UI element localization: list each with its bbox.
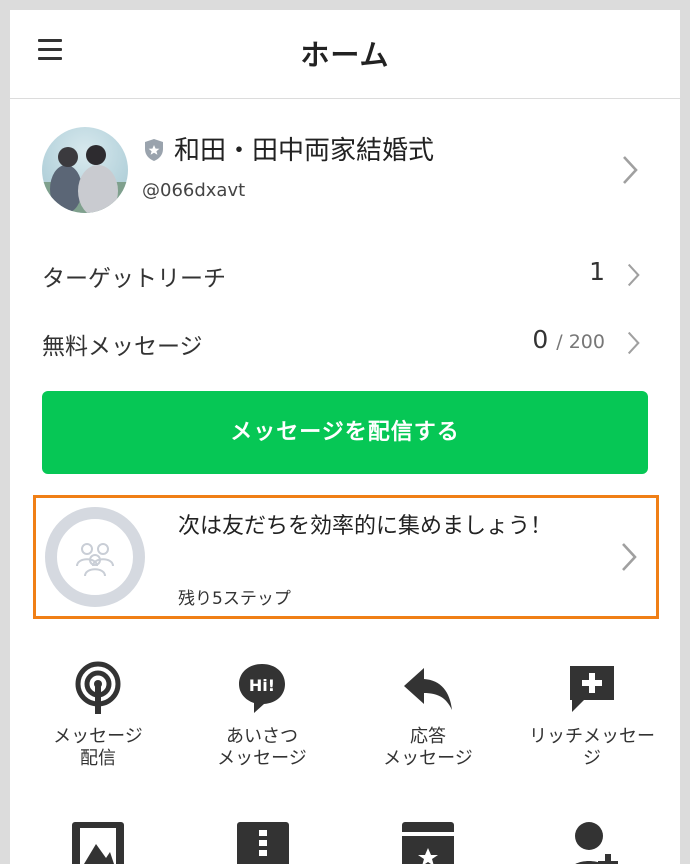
feature-label: あいさつ メッセージ	[217, 726, 307, 769]
account-avatar[interactable]	[42, 127, 128, 213]
onboarding-card[interactable]: 次は友だちを効率的に集めましょう！ 残り5ステップ	[33, 495, 659, 619]
feature-label: メッセージ 配信	[53, 726, 143, 769]
coupon-icon[interactable]	[400, 816, 456, 864]
app-screen: ホーム 和田・田中両家結婚式 @066dxavt ターゲットリーチ 1 無料メッ…	[10, 10, 680, 864]
broadcast-icon	[75, 661, 121, 714]
friends-group-icon	[76, 543, 114, 577]
account-id: @066dxavt	[142, 180, 246, 201]
verified-shield-icon	[145, 139, 163, 161]
page-title: ホーム	[300, 38, 390, 72]
target-reach-row[interactable]: ターゲットリーチ 1	[10, 245, 680, 305]
add-friend-icon[interactable]	[565, 816, 621, 864]
feature-greeting[interactable]: Hi! あいさつ メッセージ	[182, 660, 342, 770]
account-name: 和田・田中両家結婚式	[174, 136, 435, 166]
top-bar: ホーム	[10, 10, 680, 99]
rich-message-icon	[570, 666, 614, 712]
svg-text:Hi!: Hi!	[249, 676, 275, 695]
chevron-right-icon[interactable]	[627, 331, 640, 355]
greeting-hi-icon: Hi!	[239, 664, 285, 713]
free-messages-row[interactable]: 無料メッセージ 0 / 200	[10, 313, 680, 373]
account-summary[interactable]: 和田・田中両家結婚式 @066dxavt	[10, 110, 680, 230]
chevron-right-icon[interactable]	[622, 155, 638, 185]
feature-broadcast[interactable]: メッセージ 配信	[18, 660, 178, 770]
target-reach-label: ターゲットリーチ	[42, 266, 226, 292]
chevron-right-icon[interactable]	[621, 542, 637, 572]
feature-label: リッチメッセージ	[529, 726, 655, 769]
feature-label: 応答 メッセージ	[383, 726, 473, 769]
feature-rich-message[interactable]: リッチメッセージ	[512, 660, 672, 770]
free-messages-label: 無料メッセージ	[42, 334, 203, 360]
onboarding-title: 次は友だちを効率的に集めましょう！	[178, 514, 553, 539]
onboarding-progress-ring	[45, 507, 145, 607]
feature-auto-reply[interactable]: 応答 メッセージ	[348, 660, 508, 770]
rich-menu-icon[interactable]	[70, 816, 126, 864]
onboarding-steps-remaining: 残り5ステップ	[178, 589, 291, 609]
card-message-icon[interactable]	[235, 816, 291, 864]
free-messages-value: 0 / 200	[532, 325, 605, 354]
chevron-right-icon[interactable]	[627, 263, 640, 287]
send-message-button[interactable]: メッセージを配信する	[42, 391, 648, 474]
reply-arrow-icon	[404, 668, 452, 710]
target-reach-value: 1	[589, 257, 605, 286]
free-messages-max: / 200	[556, 331, 605, 353]
